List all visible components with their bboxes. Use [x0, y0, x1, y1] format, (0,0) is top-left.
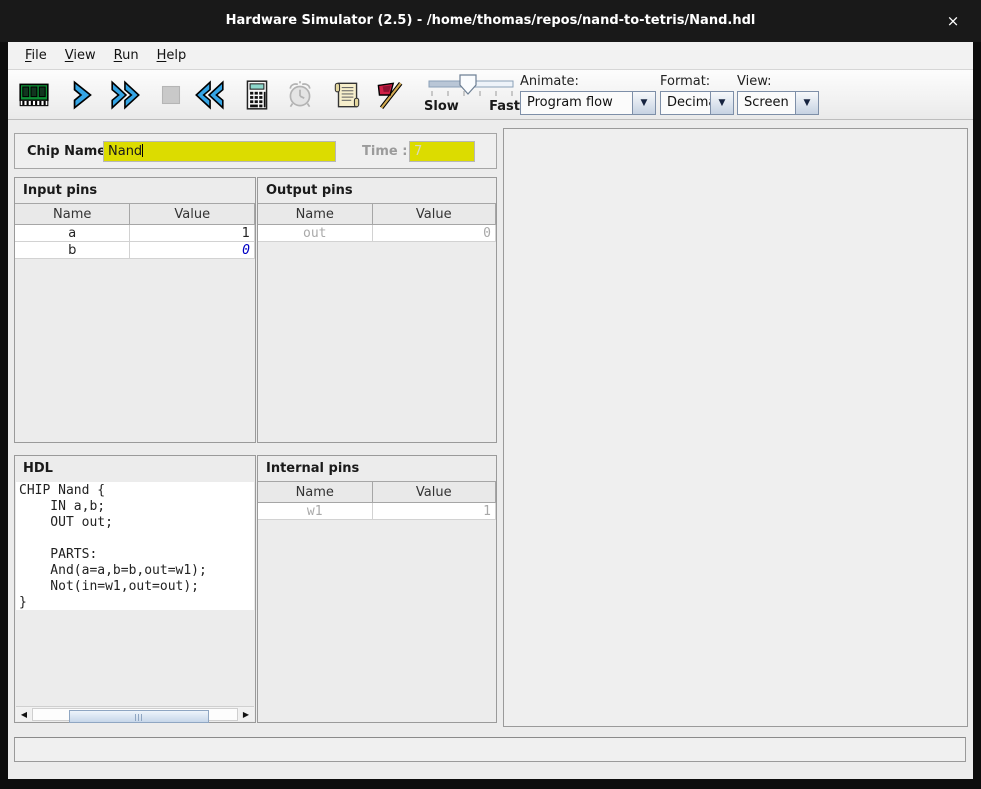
animate-combo-group: Animate: Program flow ▼	[520, 74, 656, 115]
status-bar	[14, 737, 966, 762]
scrollbar-track[interactable]	[32, 708, 238, 721]
chip-name-bar: Chip Name : Nand Time : 7	[14, 133, 497, 169]
table-header: Name Value	[258, 482, 496, 503]
memory-chip-icon	[17, 78, 51, 112]
thumb-grip	[135, 714, 143, 721]
code-line: CHIP Nand {	[19, 483, 251, 499]
scroll-right-icon[interactable]: ▶	[239, 708, 253, 721]
hdl-code-view: CHIP Nand { IN a,b; OUT out; PARTS: And(…	[16, 482, 254, 610]
reset-icon	[192, 78, 226, 112]
main-content: Chip Name : Nand Time : 7 Input pins Nam…	[8, 120, 973, 779]
alarm-clock-icon	[283, 78, 317, 112]
table-row: w1 1	[258, 503, 496, 520]
table-row: a 1	[15, 225, 255, 242]
view-select[interactable]: Screen ▼	[737, 91, 819, 115]
internal-pins-panel: Internal pins Name Value w1 1	[257, 455, 497, 723]
load-chip-button[interactable]	[12, 72, 56, 118]
format-combo-group: Format: Decimal ▼	[660, 74, 734, 115]
format-label: Format:	[660, 74, 734, 89]
code-line: IN a,b;	[19, 499, 251, 515]
pin-name: out	[258, 225, 372, 242]
output-pins-table: Name Value out 0	[258, 203, 496, 242]
menu-help[interactable]: Help	[148, 44, 196, 67]
screen-view-panel	[503, 128, 968, 727]
evaluate-button[interactable]	[235, 72, 279, 118]
run-icon	[109, 78, 143, 112]
output-pins-panel: Output pins Name Value out 0	[257, 177, 497, 443]
format-value: Decimal	[661, 92, 710, 114]
animate-select[interactable]: Program flow ▼	[520, 91, 656, 115]
code-line: PARTS:	[19, 547, 251, 563]
time-field: 7	[409, 141, 475, 162]
code-line: And(a=a,b=b,out=w1);	[19, 563, 251, 579]
table-row: b 0	[15, 242, 255, 259]
input-pins-panel: Input pins Name Value a 1 b 0	[14, 177, 256, 443]
chevron-down-icon[interactable]: ▼	[710, 92, 733, 114]
view-value: Screen	[738, 92, 795, 114]
stop-icon	[154, 78, 188, 112]
output-pins-title: Output pins	[258, 178, 496, 203]
text-caret	[142, 144, 143, 157]
table-header: Name Value	[258, 204, 496, 225]
single-step-button[interactable]	[60, 72, 104, 118]
title-bar: Hardware Simulator (2.5) - /home/thomas/…	[0, 0, 981, 42]
code-line	[19, 531, 251, 547]
window-title: Hardware Simulator (2.5) - /home/thomas/…	[0, 13, 981, 28]
slow-label: Slow	[424, 99, 459, 114]
menu-run[interactable]: Run	[105, 44, 148, 67]
calculator-icon	[240, 78, 274, 112]
app-window: Hardware Simulator (2.5) - /home/thomas/…	[0, 0, 981, 789]
pin-value: 1	[372, 503, 496, 520]
format-select[interactable]: Decimal ▼	[660, 91, 734, 115]
pin-name: b	[15, 242, 130, 259]
reset-button[interactable]	[187, 72, 231, 118]
pin-value[interactable]: 1	[130, 225, 255, 242]
scroll-left-icon[interactable]: ◀	[17, 708, 31, 721]
chevron-down-icon[interactable]: ▼	[795, 92, 818, 114]
animate-value: Program flow	[521, 92, 632, 114]
time-label: Time :	[362, 144, 407, 159]
clock-button[interactable]	[278, 72, 322, 118]
close-icon[interactable]: ×	[943, 11, 963, 31]
hdl-horizontal-scrollbar[interactable]: ◀ ▶	[16, 706, 254, 721]
code-line: OUT out;	[19, 515, 251, 531]
scrollbar-thumb[interactable]	[69, 710, 209, 723]
table-row: out 0	[258, 225, 496, 242]
animate-label: Animate:	[520, 74, 656, 89]
pin-name: a	[15, 225, 130, 242]
internal-pins-table: Name Value w1 1	[258, 481, 496, 520]
speed-slider-group: Slow Fast	[418, 72, 522, 118]
window-body: File View Run Help	[8, 42, 973, 779]
pin-value[interactable]: 0	[130, 242, 255, 259]
menu-view[interactable]: View	[56, 44, 105, 67]
table-header: Name Value	[15, 204, 255, 225]
input-pins-table: Name Value a 1 b 0	[15, 203, 255, 259]
script-scroll-icon	[330, 78, 364, 112]
breakpoints-button[interactable]	[367, 72, 411, 118]
input-pins-title: Input pins	[15, 178, 255, 203]
menu-bar: File View Run Help	[8, 42, 973, 70]
view-combo-group: View: Screen ▼	[737, 74, 819, 115]
hdl-title: HDL	[15, 456, 255, 481]
pin-value: 0	[372, 225, 496, 242]
chip-name-input[interactable]: Nand	[103, 141, 336, 162]
run-button[interactable]	[104, 72, 148, 118]
hdl-panel: HDL CHIP Nand { IN a,b; OUT out; PARTS: …	[14, 455, 256, 723]
menu-file[interactable]: File	[16, 44, 56, 67]
view-label: View:	[737, 74, 819, 89]
toolbar: Slow Fast Animate: Program flow ▼ Format…	[8, 70, 973, 120]
flag-icon	[372, 78, 406, 112]
code-line: Not(in=w1,out=out);	[19, 579, 251, 595]
single-step-icon	[65, 78, 99, 112]
internal-pins-title: Internal pins	[258, 456, 496, 481]
fast-label: Fast	[489, 99, 520, 114]
code-line: }	[19, 595, 251, 610]
pin-name: w1	[258, 503, 372, 520]
speed-slider[interactable]	[426, 74, 518, 98]
chevron-down-icon[interactable]: ▼	[632, 92, 655, 114]
view-hdl-button[interactable]	[325, 72, 369, 118]
